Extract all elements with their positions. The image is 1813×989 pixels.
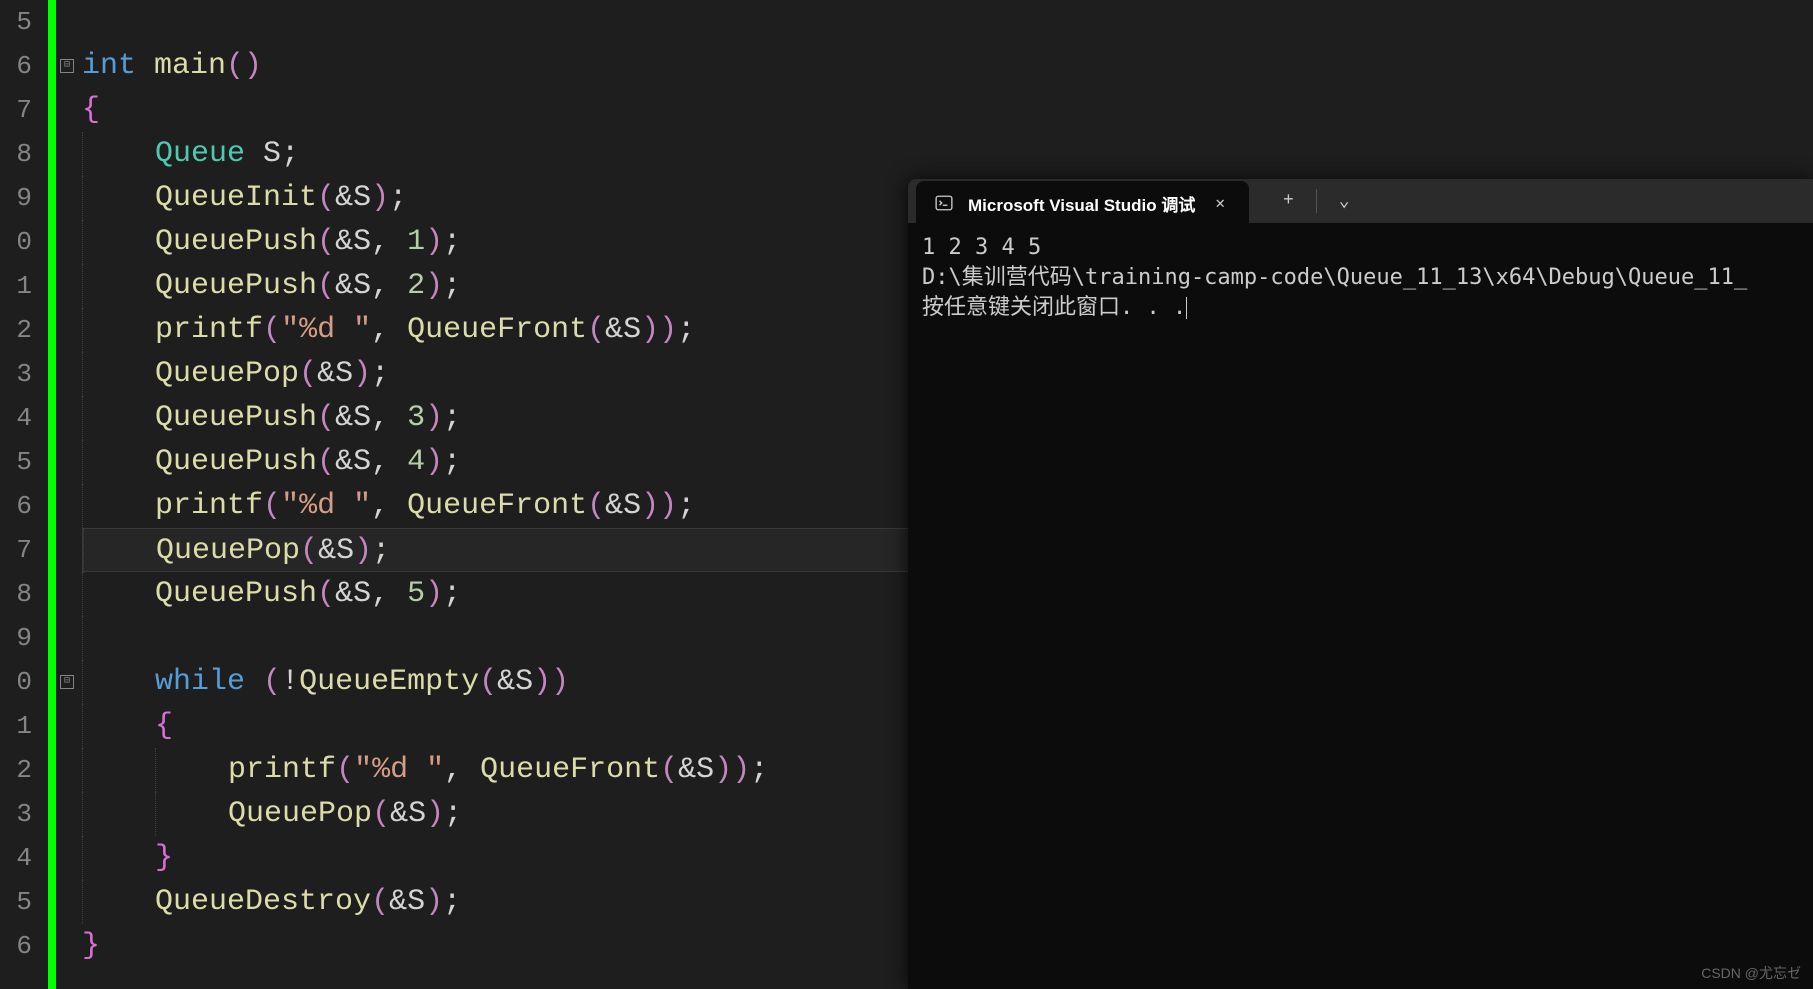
fold-gutter: ⊟⊟ [60,0,80,989]
line-number: 9 [0,616,32,660]
line-number: 4 [0,836,32,880]
console-tab-title: Microsoft Visual Studio 调试 [968,191,1195,216]
change-indicator-bar [48,0,56,989]
line-number: 1 [0,704,32,748]
line-number: 1 [0,264,32,308]
console-line: D:\集训营代码\training-camp-code\Queue_11_13\… [922,263,1799,293]
line-number: 7 [0,528,32,572]
line-number: 5 [0,0,32,44]
line-number-gutter: 5678901234567890123456 [0,0,40,989]
console-tab-controls: + ⌄ [1269,184,1364,218]
line-number: 3 [0,352,32,396]
line-number: 5 [0,440,32,484]
new-tab-button[interactable]: + [1269,185,1308,217]
console-line: 按任意键关闭此窗口. . . [922,293,1799,323]
watermark: CSDN @尤忘ゼ [1701,963,1801,983]
fold-toggle[interactable]: ⊟ [60,675,74,689]
line-number: 7 [0,88,32,132]
line-number: 0 [0,660,32,704]
line-number: 2 [0,748,32,792]
code-line[interactable]: { [82,88,1813,132]
tab-dropdown-button[interactable]: ⌄ [1325,184,1364,218]
line-number: 6 [0,484,32,528]
console-output[interactable]: 1 2 3 4 5D:\集训营代码\training-camp-code\Que… [908,223,1813,333]
code-line[interactable] [82,0,1813,44]
code-line[interactable]: Queue S; [82,132,1813,176]
line-number: 0 [0,220,32,264]
line-number: 3 [0,792,32,836]
close-tab-button[interactable]: ✕ [1209,191,1231,215]
divider [1316,189,1317,213]
line-number: 2 [0,308,32,352]
line-number: 8 [0,132,32,176]
line-number: 4 [0,396,32,440]
line-number: 8 [0,572,32,616]
code-line[interactable]: int main() [82,44,1813,88]
console-titlebar[interactable]: Microsoft Visual Studio 调试 ✕ + ⌄ [908,179,1813,223]
line-number: 9 [0,176,32,220]
console-tab[interactable]: Microsoft Visual Studio 调试 ✕ [916,181,1249,225]
line-number: 6 [0,44,32,88]
debug-console-window: Microsoft Visual Studio 调试 ✕ + ⌄ 1 2 3 4… [908,179,1813,989]
cursor [1186,297,1187,319]
console-line: 1 2 3 4 5 [922,233,1799,263]
line-number: 5 [0,880,32,924]
terminal-icon [934,193,954,213]
line-number: 6 [0,924,32,968]
fold-toggle[interactable]: ⊟ [60,59,74,73]
